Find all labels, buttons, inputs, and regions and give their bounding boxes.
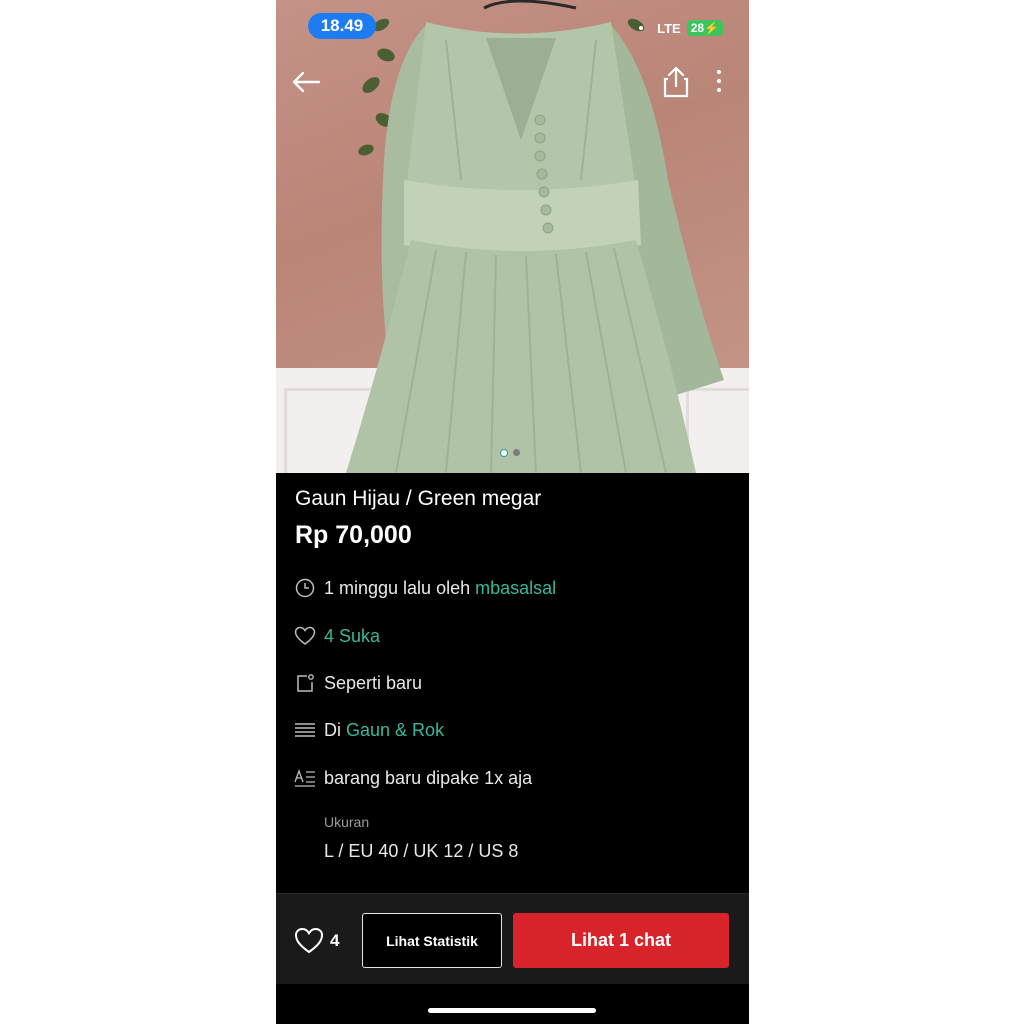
battery-level: 28 xyxy=(690,21,705,35)
view-chat-button[interactable]: Lihat 1 chat xyxy=(513,913,729,968)
like-count: 4 xyxy=(330,930,340,950)
phone-screen: 18.49 LTE 28⚡ Gaun Hijau / Green megar R… xyxy=(276,0,749,1024)
image-pager[interactable] xyxy=(500,449,520,457)
category-row: Di Gaun & Rok xyxy=(294,719,444,741)
share-icon[interactable] xyxy=(663,66,689,102)
category-prefix: Di xyxy=(324,719,341,740)
heart-icon xyxy=(294,927,324,954)
text-description-icon xyxy=(294,767,316,789)
heart-icon xyxy=(294,625,316,647)
category-link[interactable]: Gaun & Rok xyxy=(346,720,444,741)
likes-row[interactable]: 4 Suka xyxy=(294,625,380,647)
posted-row: 1 minggu lalu oleh mbasalsal xyxy=(294,577,556,599)
view-statistics-button[interactable]: Lihat Statistik xyxy=(362,913,502,968)
status-time: 18.49 xyxy=(308,13,376,39)
list-icon xyxy=(294,719,316,741)
pager-dot[interactable] xyxy=(513,449,520,456)
product-title: Gaun Hijau / Green megar xyxy=(295,487,542,510)
description-text: barang baru dipake 1x aja xyxy=(324,767,533,788)
status-indicators: LTE 28⚡ xyxy=(639,20,723,36)
description-row: barang baru dipake 1x aja xyxy=(294,767,532,789)
signal-icon xyxy=(639,26,644,30)
product-image[interactable]: 18.49 LTE 28⚡ xyxy=(276,0,749,473)
home-indicator[interactable] xyxy=(428,1008,596,1013)
size-value: L / EU 40 / UK 12 / US 8 xyxy=(324,841,519,861)
size-label: Ukuran xyxy=(324,814,370,830)
condition-text: Seperti baru xyxy=(324,672,423,693)
more-vertical-icon[interactable] xyxy=(717,70,721,97)
like-button[interactable]: 4 xyxy=(294,927,339,954)
arrow-left-icon[interactable] xyxy=(291,70,321,98)
network-label: LTE xyxy=(657,20,681,36)
battery-icon: 28⚡ xyxy=(686,20,723,36)
likes-link[interactable]: 4 Suka xyxy=(324,626,380,647)
condition-row: Seperti baru xyxy=(294,672,422,694)
tag-icon xyxy=(294,672,316,694)
posted-text: 1 minggu lalu oleh xyxy=(324,577,471,598)
clock-icon xyxy=(294,577,316,599)
bottom-action-bar: 4 Lihat Statistik Lihat 1 chat xyxy=(276,893,749,984)
pager-dot-active[interactable] xyxy=(500,449,508,457)
product-price: Rp 70,000 xyxy=(295,521,412,549)
seller-link[interactable]: mbasalsal xyxy=(475,578,556,599)
